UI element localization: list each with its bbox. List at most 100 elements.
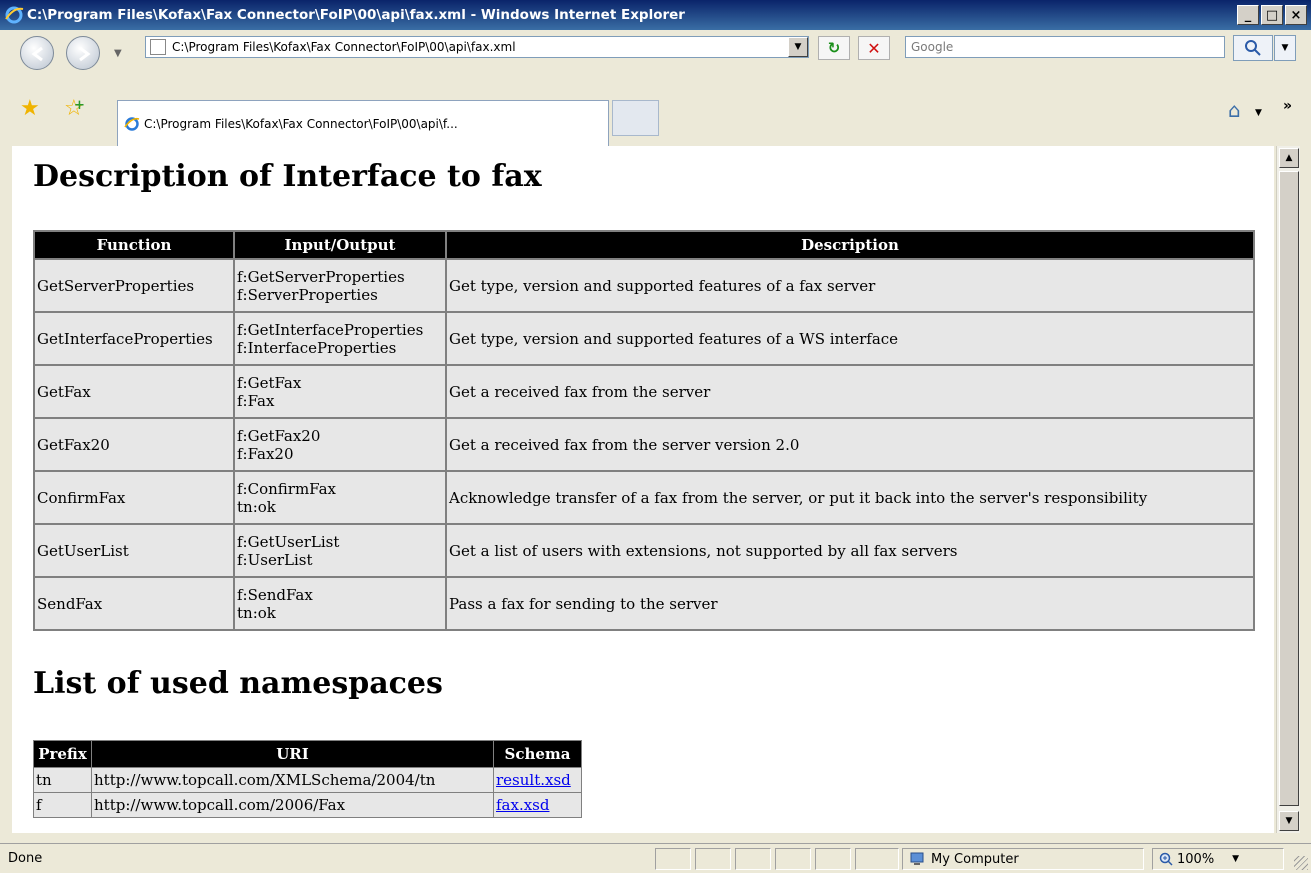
description-cell: Get a received fax from the server versi… bbox=[445, 417, 1255, 472]
scroll-up-button[interactable]: ▲ bbox=[1279, 148, 1299, 168]
column-header: Description bbox=[445, 230, 1255, 260]
function-cell: SendFax bbox=[33, 576, 235, 631]
status-slot bbox=[815, 848, 851, 870]
table-row: GetFax f:GetFax f:Fax Get a received fax … bbox=[33, 364, 1255, 419]
back-button[interactable] bbox=[20, 36, 54, 70]
title-bar: C:\Program Files\Kofax\Fax Connector\FoI… bbox=[0, 0, 1311, 30]
stop-icon: ✕ bbox=[867, 38, 881, 58]
vertical-scrollbar[interactable]: ▲ ▼ bbox=[1276, 146, 1300, 833]
io-cell: f:GetServerProperties f:ServerProperties bbox=[233, 258, 447, 313]
add-favorites-icon[interactable]: ☆ + bbox=[64, 96, 85, 121]
table-row: GetUserList f:GetUserList f:UserList Get … bbox=[33, 523, 1255, 578]
uri-cell: http://www.topcall.com/2006/Fax bbox=[91, 792, 494, 818]
status-slot bbox=[655, 848, 691, 870]
description-cell: Get type, version and supported features… bbox=[445, 258, 1255, 313]
back-icon bbox=[31, 46, 43, 62]
table-row: GetFax20 f:GetFax20 f:Fax20 Get a receive… bbox=[33, 417, 1255, 472]
column-header: Schema bbox=[493, 740, 582, 768]
schema-link[interactable]: result.xsd bbox=[496, 771, 571, 789]
output-text: f:ServerProperties bbox=[237, 285, 378, 304]
interface-table: Function Input/Output Description GetSer… bbox=[33, 230, 1255, 631]
stop-button[interactable]: ✕ bbox=[858, 36, 890, 60]
output-text: f:Fax20 bbox=[237, 444, 294, 463]
zoom-control[interactable]: 100% ▼ bbox=[1152, 848, 1284, 870]
uri-cell: http://www.topcall.com/XMLSchema/2004/tn bbox=[91, 767, 494, 793]
close-button[interactable]: × bbox=[1285, 5, 1307, 25]
new-tab-button[interactable] bbox=[612, 100, 659, 136]
description-cell: Get a received fax from the server bbox=[445, 364, 1255, 419]
tab-toolbar: ★ ☆ + C:\Program Files\Kofax\Fax Connecto… bbox=[0, 88, 1311, 146]
address-dropdown-button[interactable]: ▼ bbox=[788, 37, 808, 57]
security-zone[interactable]: My Computer bbox=[902, 848, 1144, 870]
input-text: f:GetFax bbox=[237, 373, 302, 392]
resize-grip[interactable] bbox=[1294, 856, 1308, 870]
function-cell: GetFax bbox=[33, 364, 235, 419]
page-icon bbox=[150, 39, 166, 55]
output-text: tn:ok bbox=[237, 603, 276, 622]
more-tools-chevron-icon[interactable]: » bbox=[1283, 98, 1292, 114]
schema-link[interactable]: fax.xsd bbox=[496, 796, 549, 814]
column-header: URI bbox=[91, 740, 494, 768]
input-text: f:ConfirmFax bbox=[237, 479, 336, 498]
scroll-down-button[interactable]: ▼ bbox=[1279, 811, 1299, 831]
input-text: f:GetFax20 bbox=[237, 426, 321, 445]
input-text: f:SendFax bbox=[237, 585, 313, 604]
table-row: ConfirmFax f:ConfirmFax tn:ok Acknowledge… bbox=[33, 470, 1255, 525]
ie-logo-icon bbox=[5, 6, 24, 24]
tab-current[interactable]: C:\Program Files\Kofax\Fax Connector\FoI… bbox=[117, 100, 609, 146]
home-icon[interactable]: ⌂ bbox=[1228, 98, 1241, 122]
home-dropdown[interactable]: ▼ bbox=[1255, 108, 1262, 118]
prefix-cell: f bbox=[33, 792, 92, 818]
chevron-down-icon: ▼ bbox=[1285, 816, 1293, 826]
address-bar[interactable]: C:\Program Files\Kofax\Fax Connector\FoI… bbox=[145, 36, 809, 58]
zoom-label: 100% bbox=[1177, 851, 1215, 867]
column-header: Prefix bbox=[33, 740, 92, 768]
description-cell: Get type, version and supported features… bbox=[445, 311, 1255, 366]
status-bar: Done My Computer 100% ▼ bbox=[0, 843, 1311, 873]
search-options-button[interactable]: ▼ bbox=[1274, 35, 1296, 61]
minimize-icon: _ bbox=[1244, 7, 1252, 23]
status-slot bbox=[695, 848, 731, 870]
table-row: GetServerProperties f:GetServerPropertie… bbox=[33, 258, 1255, 313]
output-text: f:UserList bbox=[237, 550, 313, 569]
favorites-star-icon[interactable]: ★ bbox=[20, 96, 40, 121]
refresh-icon: ↻ bbox=[827, 39, 841, 57]
function-cell: ConfirmFax bbox=[33, 470, 235, 525]
section-heading: List of used namespaces bbox=[33, 666, 443, 701]
close-icon: × bbox=[1290, 7, 1302, 23]
io-cell: f:GetFax f:Fax bbox=[233, 364, 447, 419]
page-content: Description of Interface to fax Function… bbox=[12, 146, 1274, 833]
prefix-cell: tn bbox=[33, 767, 92, 793]
io-cell: f:GetUserList f:UserList bbox=[233, 523, 447, 578]
column-header: Input/Output bbox=[233, 230, 447, 260]
maximize-button[interactable]: □ bbox=[1261, 5, 1283, 25]
io-cell: f:GetInterfaceProperties f:InterfacePrope… bbox=[233, 311, 447, 366]
forward-button[interactable] bbox=[66, 36, 100, 70]
schema-cell: fax.xsd bbox=[493, 792, 582, 818]
page-heading: Description of Interface to fax bbox=[33, 159, 542, 194]
zone-label: My Computer bbox=[931, 851, 1019, 867]
function-cell: GetInterfaceProperties bbox=[33, 311, 235, 366]
address-url[interactable]: C:\Program Files\Kofax\Fax Connector\FoI… bbox=[172, 40, 516, 54]
search-button[interactable] bbox=[1233, 35, 1273, 61]
function-cell: GetServerProperties bbox=[33, 258, 235, 313]
function-cell: GetUserList bbox=[33, 523, 235, 578]
search-input[interactable]: Google bbox=[905, 36, 1225, 58]
refresh-button[interactable]: ↻ bbox=[818, 36, 850, 60]
recent-pages-dropdown[interactable]: ▼ bbox=[114, 48, 122, 59]
status-text: Done bbox=[8, 851, 43, 866]
zoom-icon bbox=[1159, 852, 1173, 866]
minimize-button[interactable]: _ bbox=[1237, 5, 1259, 25]
description-cell: Get a list of users with extensions, not… bbox=[445, 523, 1255, 578]
scroll-thumb[interactable] bbox=[1279, 171, 1299, 806]
table-row: GetInterfaceProperties f:GetInterfacePro… bbox=[33, 311, 1255, 366]
table-row: SendFax f:SendFax tn:ok Pass a fax for se… bbox=[33, 576, 1255, 631]
column-header: Function bbox=[33, 230, 235, 260]
ie-logo-icon bbox=[124, 116, 140, 131]
output-text: f:Fax bbox=[237, 391, 275, 410]
output-text: tn:ok bbox=[237, 497, 276, 516]
table-row: tn http://www.topcall.com/XMLSchema/2004… bbox=[33, 767, 582, 793]
status-slot bbox=[735, 848, 771, 870]
output-text: f:InterfaceProperties bbox=[237, 338, 397, 357]
address-toolbar: ▼ C:\Program Files\Kofax\Fax Connector\F… bbox=[0, 30, 1311, 86]
